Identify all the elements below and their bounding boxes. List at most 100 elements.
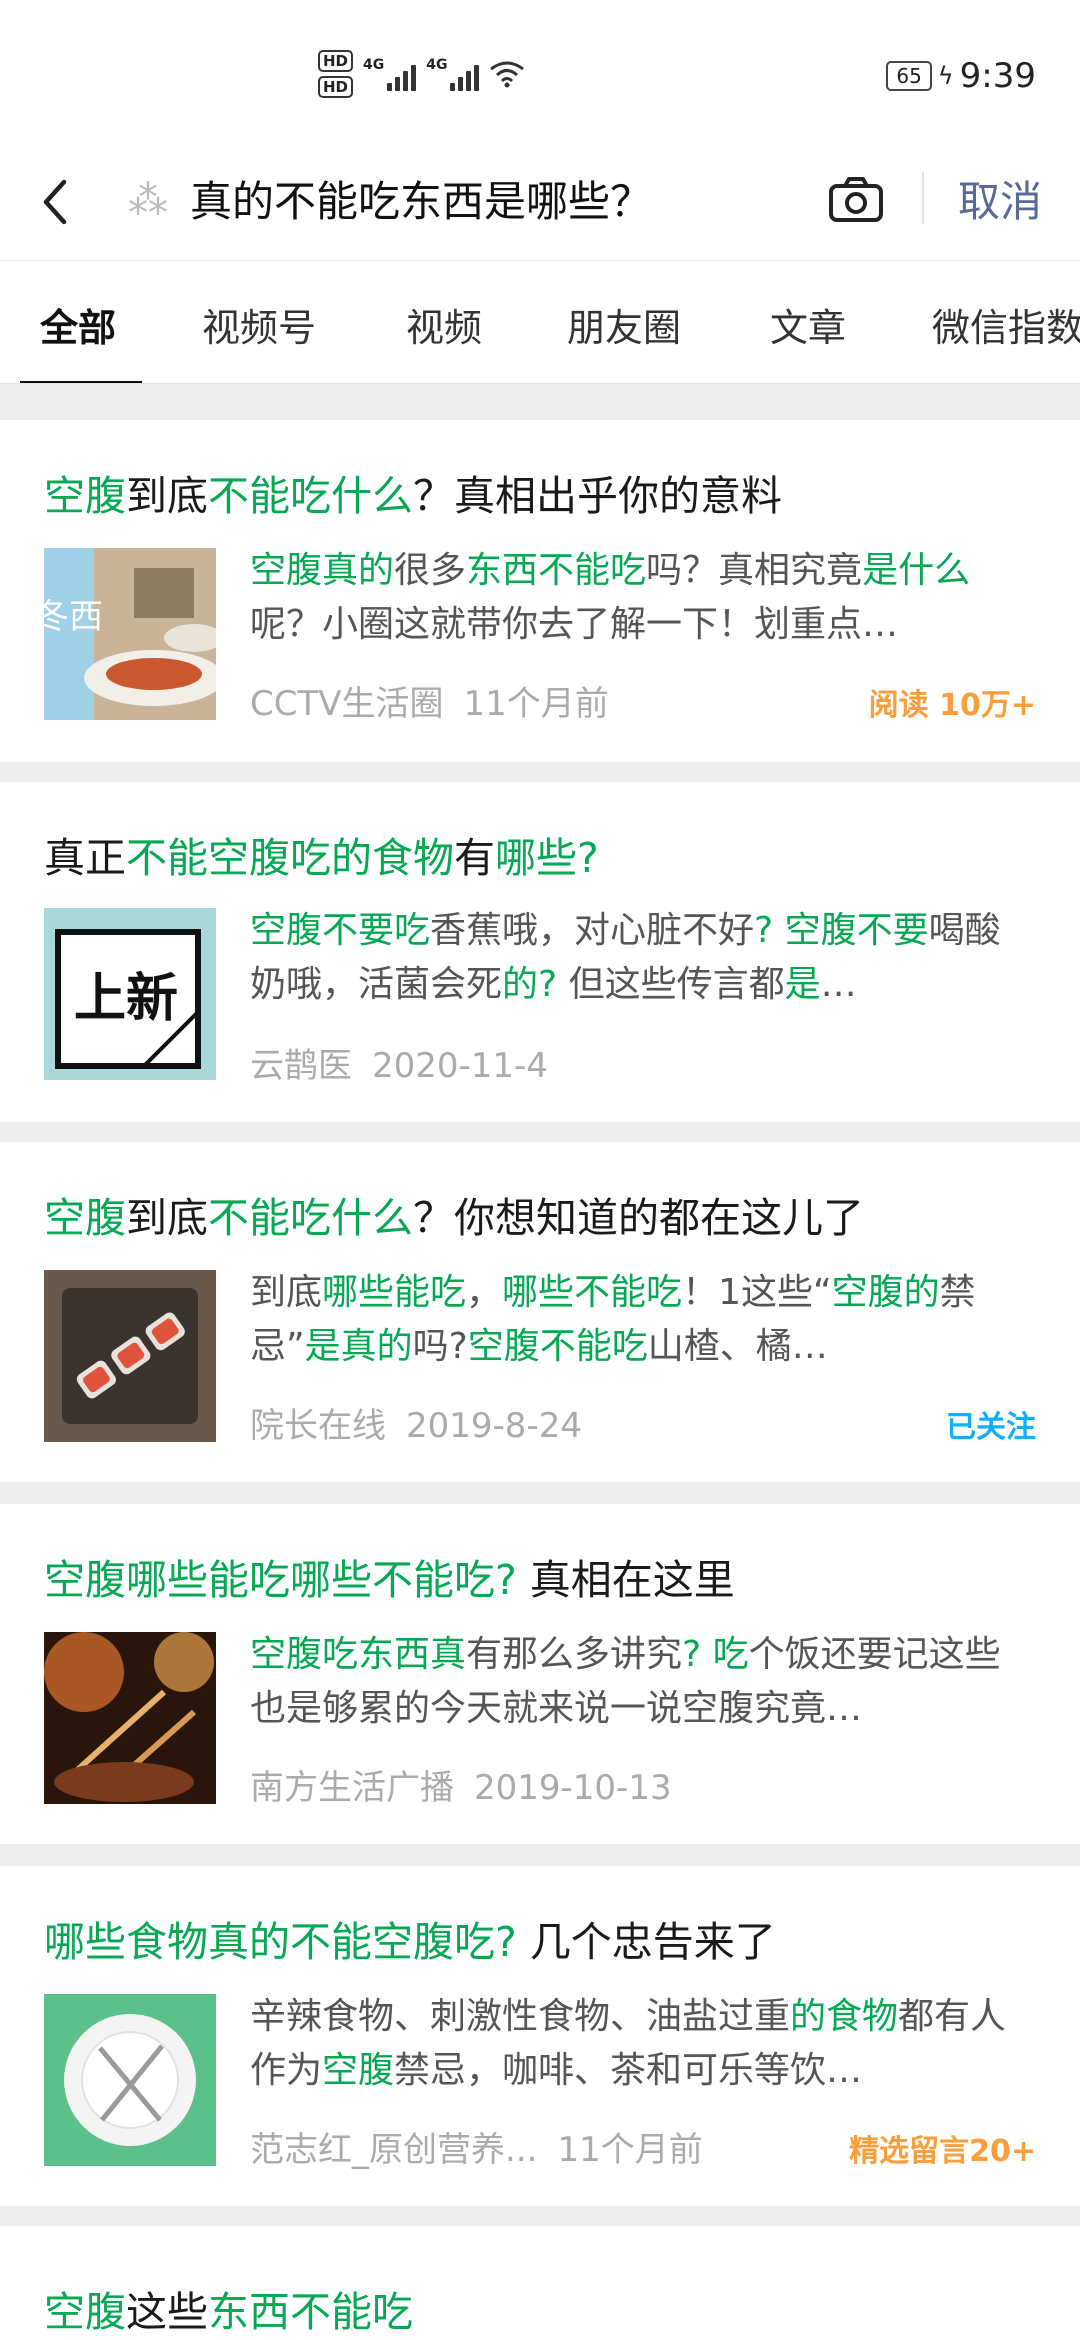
hd-icon: HD HD <box>318 50 354 98</box>
net2-label: 4G <box>426 57 448 73</box>
result-snippet: 到底哪些能吃，哪些不能吃！1这些“空腹的禁忌”是真的吗?空腹不能吃山楂、橘… <box>250 1266 1030 1374</box>
highlighted-text: 空腹哪些能吃哪些不能吃? <box>44 1556 517 1604</box>
text-segment: 禁忌，咖啡、茶和可乐等饮… <box>394 2050 863 2091</box>
result-thumbnail <box>44 1994 216 2166</box>
result-meta: 云鹊医 2020-11-4 <box>250 1038 548 1087</box>
status-right: 65 ϟ 9:39 <box>886 56 1036 96</box>
highlighted-text: 空腹 <box>44 1194 126 1242</box>
result-title: 空腹到底不能吃什么？你想知道的都在这儿了 <box>44 1184 864 1244</box>
highlighted-text: 吃 <box>712 1634 749 1675</box>
result-thumbnail: 上新 <box>44 908 216 1080</box>
loading-spinner-icon: ⁂ <box>128 178 168 224</box>
highlighted-text: 哪些? <box>495 834 599 882</box>
text-segment: 香蕉哦，对心脏不好 <box>430 910 755 951</box>
charging-icon: ϟ <box>937 62 954 90</box>
result-thumbnail <box>44 1270 216 1442</box>
result-time: 2019-10-13 <box>474 1768 672 1808</box>
hd1-label: HD <box>318 50 354 72</box>
result-source[interactable]: 南方生活广播 <box>250 1768 454 1808</box>
highlighted-text: 哪些能吃 <box>322 1272 467 1313</box>
tab-channels[interactable]: 视频号 <box>202 297 316 352</box>
wifi-icon <box>489 59 525 89</box>
result-time: 11个月前 <box>463 684 609 724</box>
result-meta: 南方生活广播 2019-10-13 <box>250 1760 672 1809</box>
search-input[interactable]: 真的不能吃东西是哪些？ <box>190 168 652 229</box>
result-title: 哪些食物真的不能空腹吃? 几个忠告来了 <box>44 1908 776 1968</box>
featured-comments-badge: 精选留言20+ <box>849 2134 1036 2169</box>
text-segment: 这些 <box>126 2288 208 2336</box>
result-title: 空腹这些东西不能吃 <box>44 2278 413 2338</box>
thumbnail-text: 上新 <box>74 970 178 1028</box>
result-time: 11个月前 <box>557 2130 703 2170</box>
read-count-badge: 阅读 10万+ <box>868 688 1036 723</box>
result-time: 2020-11-4 <box>372 1046 548 1086</box>
result-snippet: 空腹真的很多东西不能吃吗？真相究竟是什么呢？小圈这就带你去了解一下！划重点… <box>250 544 1030 652</box>
clock: 9:39 <box>959 56 1036 96</box>
back-arrow-icon[interactable] <box>32 172 82 232</box>
result-meta: 范志红_原创营养... 11个月前 <box>250 2122 703 2171</box>
text-segment: ！1这些“ <box>682 1272 832 1313</box>
highlighted-text: 空腹不要吃 <box>250 910 431 951</box>
filter-tabs: 全部 视频号 视频 朋友圈 文章 微信指数 <box>0 260 1080 384</box>
signal-icon: 4G <box>363 57 417 91</box>
result-thumbnail <box>44 1632 216 1804</box>
text-segment: ？真相出乎你的意料 <box>413 472 782 520</box>
highlighted-text: 空腹的 <box>831 1272 940 1313</box>
result-title: 真正不能空腹吃的食物有哪些? <box>44 824 599 884</box>
text-segment: 真正 <box>44 834 126 882</box>
text-segment <box>701 1634 712 1675</box>
result-card-6[interactable]: 空腹这些东西不能吃 <box>0 2226 1080 2340</box>
status-bar: HD HD 4G 4G 65 ϟ 9:39 <box>0 0 1080 150</box>
highlighted-text: 的? <box>502 964 558 1005</box>
highlighted-text: 哪些不能吃 <box>502 1272 683 1313</box>
highlighted-text: 空腹真的 <box>250 550 395 591</box>
result-time: 2019-8-24 <box>406 1406 582 1446</box>
tab-all[interactable]: 全部 <box>40 297 116 352</box>
text-segment: 真相在这里 <box>516 1556 735 1604</box>
text-segment: 有那么多讲究 <box>466 1634 683 1675</box>
highlighted-text: 是真的 <box>304 1326 413 1367</box>
text-segment: 几个忠告来了 <box>516 1918 776 1966</box>
tab-articles[interactable]: 文章 <box>770 297 846 352</box>
result-meta: 院长在线 2019-8-24 <box>250 1398 582 1447</box>
result-thumbnail: 冬西 <box>44 548 216 720</box>
highlighted-text: 不能吃什么 <box>208 1194 413 1242</box>
result-card-3[interactable]: 空腹到底不能吃什么？你想知道的都在这儿了 到底哪些能吃，哪些不能吃！1这些“空腹… <box>0 1142 1080 1482</box>
thumbnail-text: 冬西 <box>44 598 103 636</box>
tab-moments[interactable]: 朋友圈 <box>567 297 681 352</box>
text-segment: 呢？小圈这就带你去了解一下！划重点… <box>250 604 899 645</box>
highlighted-text: 空腹 <box>44 2288 126 2336</box>
signal-icon-2: 4G <box>426 57 480 91</box>
result-source[interactable]: CCTV生活圈 <box>250 684 444 724</box>
tab-video[interactable]: 视频 <box>406 297 482 352</box>
highlighted-text: 不能吃什么 <box>208 472 413 520</box>
result-card-4[interactable]: 空腹哪些能吃哪些不能吃? 真相在这里 空腹吃东西真有那么多讲究? 吃个饭还要记这… <box>0 1504 1080 1844</box>
highlighted-text: 东西不能吃 <box>466 550 647 591</box>
highlighted-text: 空腹 <box>322 2050 395 2091</box>
highlighted-text: 哪些食物真的不能空腹吃? <box>44 1918 517 1966</box>
result-snippet: 空腹吃东西真有那么多讲究? 吃个饭还要记这些也是够累的今天就来说一说空腹究竟… <box>250 1628 1030 1736</box>
highlighted-text: 东西不能吃 <box>208 2288 413 2336</box>
result-source[interactable]: 云鹊医 <box>250 1046 352 1086</box>
text-segment: 很多 <box>394 550 467 591</box>
search-header: ⁂ 真的不能吃东西是哪些？ 取消 <box>0 150 1080 260</box>
highlighted-text: ? <box>754 910 774 951</box>
text-segment: 到底 <box>250 1272 323 1313</box>
result-source[interactable]: 范志红_原创营养... <box>250 2130 537 2170</box>
result-card-2[interactable]: 真正不能空腹吃的食物有哪些? 上新 空腹不要吃香蕉哦，对心脏不好? 空腹不要喝酸… <box>0 782 1080 1122</box>
text-segment: 吗？真相究竟 <box>646 550 863 591</box>
text-segment: 吗? <box>412 1326 468 1367</box>
text-segment <box>773 910 784 951</box>
cancel-button[interactable]: 取消 <box>958 168 1042 229</box>
followed-badge[interactable]: 已关注 <box>946 1402 1036 1446</box>
result-card-1[interactable]: 空腹到底不能吃什么？真相出乎你的意料 冬西 空腹真的很多东西不能吃吗？真相究竟是… <box>0 420 1080 762</box>
camera-icon[interactable] <box>826 170 886 230</box>
text-segment: ， <box>466 1272 503 1313</box>
highlighted-text: 空腹不要 <box>784 910 929 951</box>
result-card-5[interactable]: 哪些食物真的不能空腹吃? 几个忠告来了 辛辣食物、刺激性食物、油盐过重的食物都有… <box>0 1866 1080 2206</box>
tab-wechat-index[interactable]: 微信指数 <box>932 297 1080 352</box>
result-snippet: 空腹不要吃香蕉哦，对心脏不好? 空腹不要喝酸奶哦，活菌会死的? 但这些传言都是… <box>250 904 1030 1012</box>
result-source[interactable]: 院长在线 <box>250 1406 386 1446</box>
text-segment: ？你想知道的都在这儿了 <box>413 1194 864 1242</box>
active-tab-indicator <box>20 381 142 383</box>
